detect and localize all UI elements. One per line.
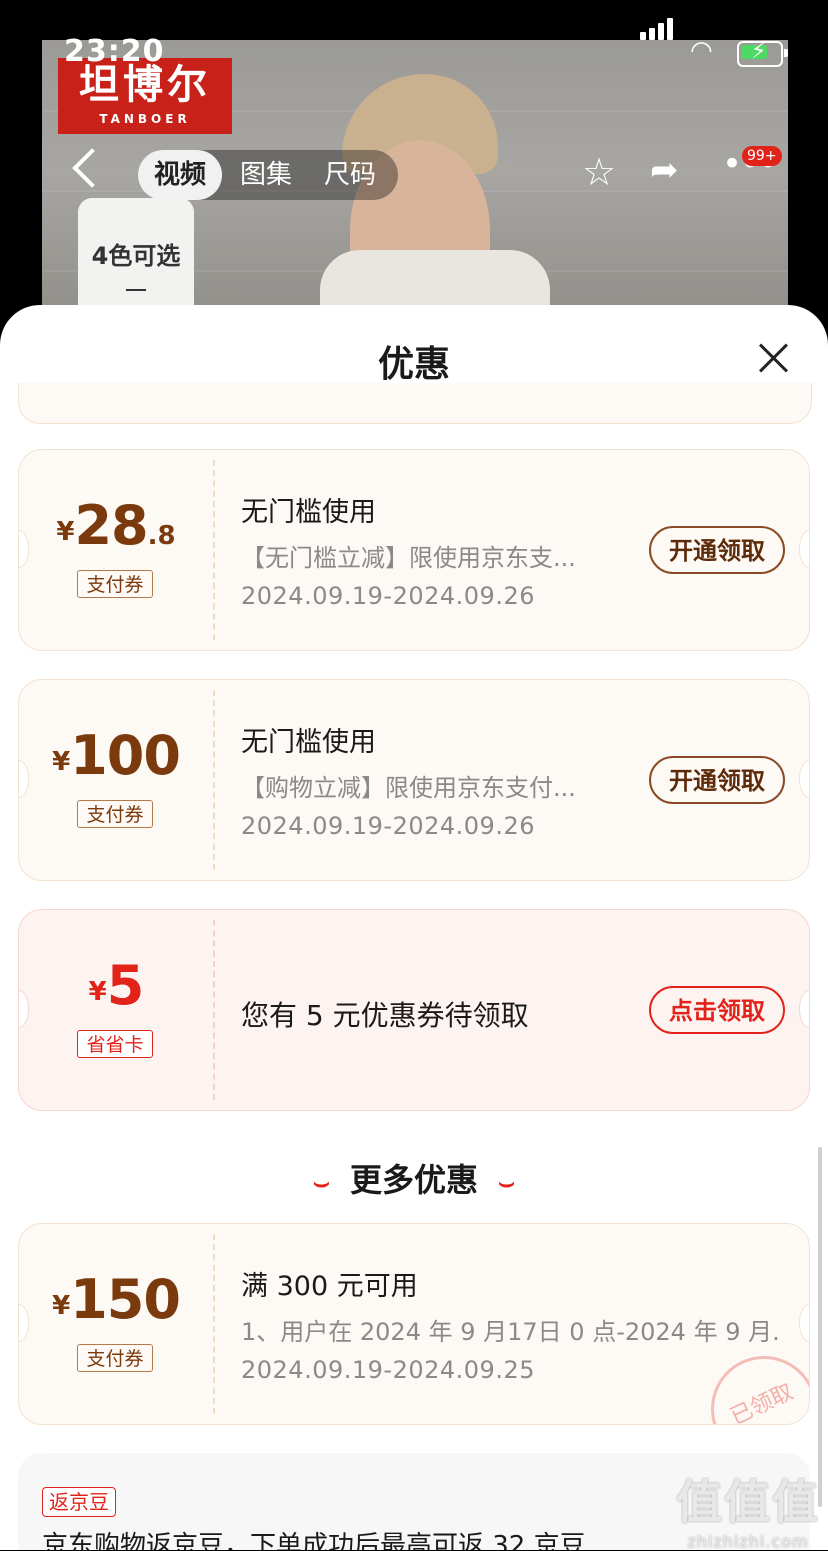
more-discounts-label: 更多优惠 [349, 1161, 478, 1199]
sheet-title: 优惠 [377, 344, 450, 385]
amount-integer: 5 [106, 954, 145, 1017]
coupon-title: 满 300 元可用 [241, 1271, 418, 1302]
card-divider [213, 1234, 215, 1414]
card-notch-right [799, 530, 809, 568]
wifi-icon: ◠ [690, 36, 713, 66]
coupon-description: 1、用户在 2024 年 9 月17日 0 点-2024 年 9 月... [241, 1318, 781, 1346]
coupon-card: ¥100 支付券 无门槛使用 【购物立减】限使用京东支付... 2024.09.… [18, 679, 810, 881]
card-notch-right [799, 760, 809, 798]
claim-button[interactable]: 开通领取 [649, 756, 785, 804]
coupon-card: ¥150 支付券 满 300 元可用 1、用户在 2024 年 9 月17日 0… [18, 1223, 810, 1425]
status-time: 23:20 [64, 34, 165, 69]
scrollbar[interactable] [818, 1147, 822, 1507]
media-tabs: 视频 图集 尺码 [138, 150, 398, 200]
amount-integer: 100 [70, 724, 181, 787]
currency-symbol: ¥ [88, 977, 107, 1007]
card-notch-right [799, 1304, 809, 1342]
share-icon[interactable]: ➦ [650, 150, 679, 190]
coupon-title: 无门槛使用 [241, 727, 376, 758]
currency-symbol: ¥ [52, 1291, 71, 1321]
watermark-url: zhizhizhi.com [687, 1532, 809, 1551]
claimed-stamp: 已领取 [693, 1338, 809, 1424]
battery-icon: ⚡ [737, 39, 788, 67]
back-icon[interactable] [72, 148, 112, 188]
card-divider [213, 920, 215, 1100]
coupon-description: 【无门槛立减】限使用京东支... [241, 544, 576, 572]
coupon-date: 2024.09.19-2024.09.25 [241, 1356, 535, 1384]
tab-gallery[interactable]: 图集 [240, 150, 292, 200]
coupon-type-tag: 支付券 [77, 800, 153, 828]
bean-description: 京东购物返京豆，下单成功后最高可返 32 京豆 [42, 1531, 586, 1550]
bean-tag: 返京豆 [42, 1487, 116, 1517]
currency-symbol: ¥ [52, 747, 71, 777]
card-divider [213, 460, 215, 640]
coupon-card: ¥28.8 支付券 无门槛使用 【无门槛立减】限使用京东支... 2024.09… [18, 449, 810, 651]
tab-size[interactable]: 尺码 [324, 150, 376, 200]
coupon-date: 2024.09.19-2024.09.26 [241, 582, 535, 610]
discount-sheet: 优惠 ¥28.8 支付券 无门槛使用 【无门槛立减】限使用京东支... 2024… [0, 305, 828, 1550]
coupon-amount: ¥100 [19, 724, 213, 787]
card-notch-right [799, 990, 809, 1028]
coupon-date: 2024.09.19-2024.09.26 [241, 812, 535, 840]
brand-logo: 坦博尔 TANBOER [58, 58, 232, 134]
coupon-amount: ¥5 [19, 954, 213, 1017]
color-selector-dash [126, 289, 146, 291]
amount-decimal: .8 [147, 521, 176, 551]
coupon-type-tag: 支付券 [77, 1344, 153, 1372]
card-divider [213, 690, 215, 870]
more-discounts-heading: ⌣ 更多优惠 ⌣ [0, 1155, 828, 1201]
coupon-title: 您有 5 元优惠券待领取 [241, 999, 529, 1032]
coupon-card-saver: ¥5 省省卡 您有 5 元优惠券待领取 点击领取 [18, 909, 810, 1111]
message-badge: 99+ [742, 146, 782, 166]
amount-integer: 150 [70, 1268, 181, 1331]
color-count-label: 4色可选 [91, 242, 181, 270]
coupon-amount: ¥150 [19, 1268, 213, 1331]
tab-video[interactable]: 视频 [138, 150, 223, 200]
watermark: 值值值 zhizhizhi.com [676, 1466, 820, 1551]
coupon-amount: ¥28.8 [19, 494, 213, 557]
coupon-type-tag: 省省卡 [77, 1030, 153, 1058]
coupon-description: 【购物立减】限使用京东支付... [241, 774, 576, 802]
coupon-title: 无门槛使用 [241, 497, 376, 528]
chevron-down-icon: ⌣ [498, 1168, 516, 1198]
brand-name-en: TANBOER [99, 112, 191, 126]
claim-button[interactable]: 点击领取 [649, 986, 785, 1034]
currency-symbol: ¥ [56, 517, 75, 547]
favorite-star-icon[interactable]: ☆ [582, 150, 616, 194]
previous-coupon-card [18, 383, 812, 424]
status-bar: 23:20 ◠ ⚡ [0, 0, 828, 69]
coupon-type-tag: 支付券 [77, 570, 153, 598]
claim-button[interactable]: 开通领取 [649, 526, 785, 574]
amount-integer: 28 [74, 494, 148, 557]
watermark-logo: 值值值 [676, 1475, 820, 1529]
chevron-down-icon: ⌣ [312, 1168, 330, 1198]
close-icon[interactable] [756, 341, 790, 375]
